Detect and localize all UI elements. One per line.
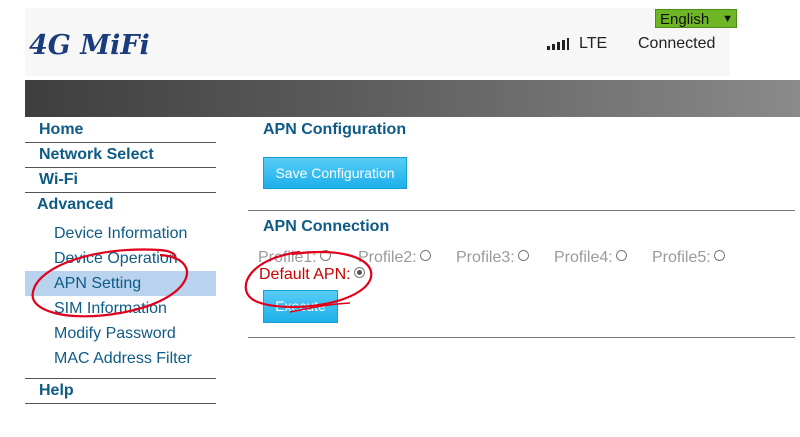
section-divider-bottom — [248, 337, 795, 338]
profile-label-5: Profile5: — [652, 249, 711, 266]
profile-label-1: Profile1: — [258, 249, 317, 266]
save-configuration-button[interactable]: Save Configuration — [263, 157, 407, 189]
radio-checked-icon[interactable] — [353, 267, 365, 278]
logo: 4G MiFi — [29, 30, 150, 61]
nav-network-select[interactable]: Network Select — [25, 144, 216, 168]
profile-label-4: Profile4: — [554, 249, 613, 266]
subitem-modify-password[interactable]: Modify Password — [25, 321, 216, 346]
nav-wifi[interactable]: Wi-Fi — [25, 169, 216, 193]
radio-icon[interactable] — [517, 250, 529, 261]
radio-icon[interactable] — [615, 250, 627, 261]
connection-status: Connected — [638, 35, 716, 52]
nav-home[interactable]: Home — [25, 119, 216, 143]
section-divider — [248, 210, 795, 211]
subitem-sim-information[interactable]: SIM Information — [25, 296, 216, 321]
radio-icon[interactable] — [419, 250, 431, 261]
apn-configuration-title: APN Configuration — [263, 121, 407, 138]
chevron-down-icon: ▼ — [722, 13, 733, 25]
profile-label-2: Profile2: — [358, 249, 417, 266]
sidebar: Home Network Select Wi-Fi Advanced Devic… — [25, 119, 216, 371]
language-select[interactable]: English ▼ — [655, 9, 737, 28]
profile-option-2[interactable]: Profile2: — [358, 249, 431, 267]
apn-connection-title: APN Connection — [263, 218, 390, 235]
profile-option-1[interactable]: Profile1: — [258, 249, 331, 267]
network-type: LTE — [579, 35, 608, 52]
default-apn-label: Default APN: — [259, 266, 351, 283]
radio-icon[interactable] — [319, 250, 331, 261]
subitem-device-operation[interactable]: Device Operation — [25, 246, 216, 271]
signal-bars-icon — [547, 38, 569, 50]
radio-icon[interactable] — [713, 250, 725, 261]
profile-option-3[interactable]: Profile3: — [456, 249, 529, 267]
nav-advanced[interactable]: Advanced — [25, 194, 216, 218]
header: 4G MiFi English ▼ LTE Connected — [0, 0, 800, 78]
subitem-mac-address-filter[interactable]: MAC Address Filter — [25, 346, 216, 371]
profile-label-3: Profile3: — [456, 249, 515, 266]
subitem-apn-setting[interactable]: APN Setting — [25, 271, 216, 296]
execute-button[interactable]: Execute — [263, 290, 338, 323]
default-apn-option[interactable]: Default APN: — [259, 266, 365, 284]
nav-help[interactable]: Help — [25, 378, 216, 404]
profile-option-5[interactable]: Profile5: — [652, 249, 725, 267]
subitem-device-information[interactable]: Device Information — [25, 221, 216, 246]
banner — [25, 80, 800, 117]
profile-option-4[interactable]: Profile4: — [554, 249, 627, 267]
language-select-value: English — [660, 11, 710, 28]
